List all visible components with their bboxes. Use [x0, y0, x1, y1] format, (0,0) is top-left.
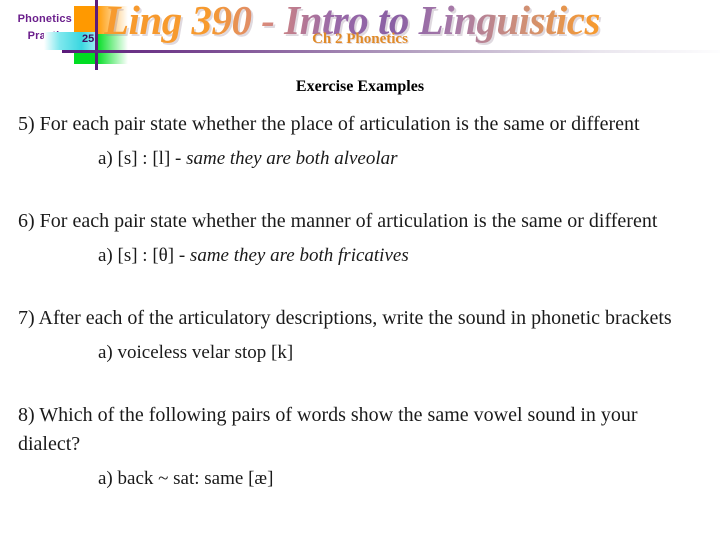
exercise-answer-emphasis: same they are both fricatives: [189, 245, 409, 266]
exercise-answer: a) back ~ sat: same [æ]: [0, 465, 720, 493]
exercise-answer-emphasis: same they are both alveolar: [186, 148, 398, 169]
slide-subtitle: Ch 2 Phonetics: [312, 31, 408, 47]
exercise-answer-prefix: a) [s] : [l] -: [98, 148, 187, 169]
exercise-question: 8) Which of the following pairs of words…: [18, 404, 638, 455]
exercise-question: 5) For each pair state whether the place…: [18, 113, 640, 135]
exercise-question: 6) For each pair state whether the manne…: [18, 210, 658, 232]
exercise-item: 7) After each of the articulatory descri…: [0, 304, 720, 367]
exercise-answer: a) voiceless velar stop [k]: [0, 339, 720, 367]
exercise-heading: Exercise Examples: [295, 78, 425, 95]
slide-masthead: Phonetics Practice 25 Ling 390 - Intro t…: [0, 0, 720, 70]
exercise-answer: a) [s] : [l] - same they are both alveol…: [0, 145, 720, 173]
exercise-list: 5) For each pair state whether the place…: [0, 110, 720, 527]
exercise-item: 6) For each pair state whether the manne…: [0, 207, 720, 270]
exercise-item: 8) Which of the following pairs of words…: [0, 401, 720, 493]
exercise-question: 7) After each of the articulatory descri…: [18, 307, 672, 329]
exercise-answer: a) [s] : [θ] - same they are both fricat…: [0, 242, 720, 270]
exercise-answer-prefix: a) back ~ sat: same [æ]: [98, 468, 274, 489]
exercise-answer-prefix: a) voiceless velar stop [k]: [98, 342, 294, 363]
exercise-answer-prefix: a) [s] : [θ] -: [98, 245, 190, 266]
horizontal-rule-decoration: [62, 50, 720, 53]
kicker-line-1: Phonetics: [17, 13, 72, 25]
exercise-item: 5) For each pair state whether the place…: [0, 110, 720, 173]
